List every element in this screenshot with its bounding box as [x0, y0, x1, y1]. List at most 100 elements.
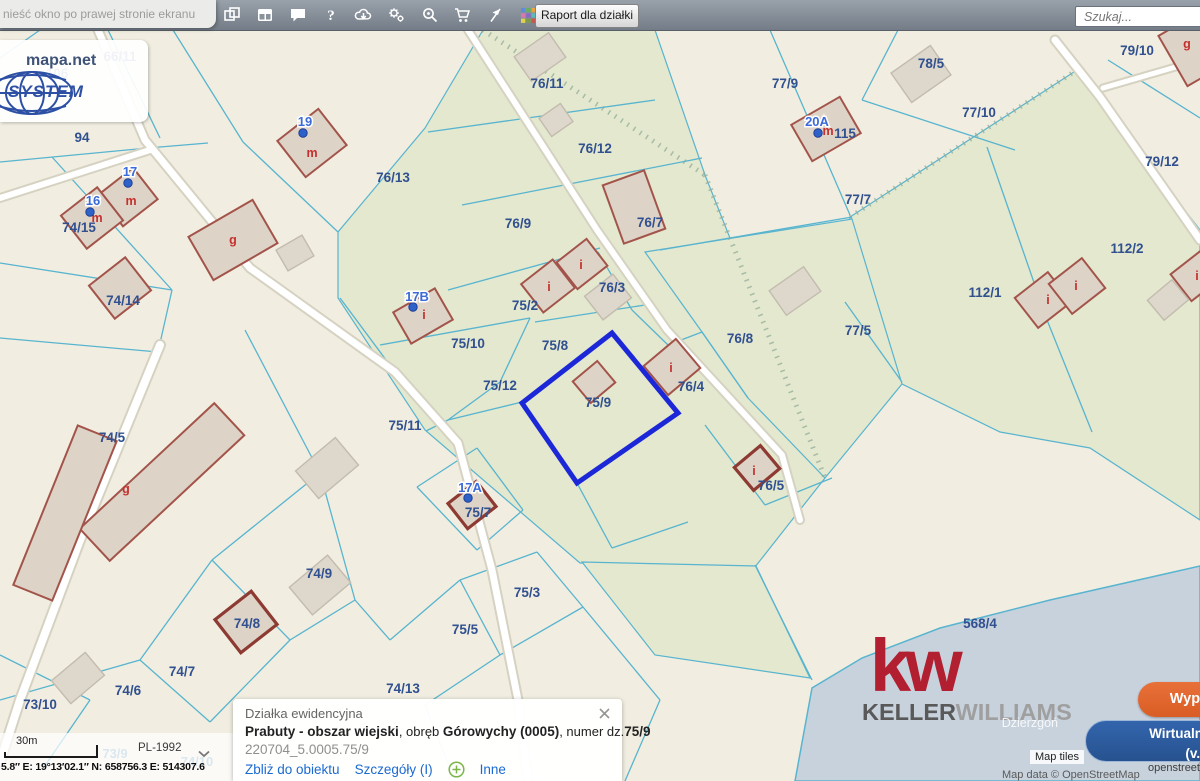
- parcel-number-label: 76/8: [727, 331, 754, 346]
- assistant-label-line1: Wirtualny Asystent: [1086, 724, 1200, 744]
- osm-attribution[interactable]: Map data © OpenStreetMap: [1002, 769, 1140, 781]
- parcel-number-label: 76/9: [505, 216, 531, 231]
- address-number-label: 17: [123, 164, 137, 179]
- parcel-number-label: 75/9: [585, 395, 611, 410]
- download-cloud-icon[interactable]: [354, 6, 373, 25]
- parcel-number-label: 74/13: [386, 681, 420, 696]
- building-function-letter: g: [122, 482, 130, 496]
- osm-attribution-extra: openstreetm: [1148, 762, 1200, 774]
- parcel-number-label: 76/5: [758, 478, 785, 493]
- address-point-dot: [409, 303, 417, 311]
- address-point-dot: [814, 129, 822, 137]
- duplicate-window-icon[interactable]: [222, 6, 241, 25]
- parcel-number-label: 74/5: [99, 430, 126, 445]
- address-point-dot: [464, 494, 472, 502]
- svg-text:?: ?: [327, 8, 335, 24]
- parcel-number-label: 78/5: [918, 56, 945, 71]
- kw-monogram: kw: [870, 636, 1072, 697]
- comment-icon[interactable]: [288, 6, 307, 25]
- address-number-label: 17B: [405, 289, 429, 304]
- parcel-number-label: 115: [834, 126, 856, 141]
- address-number-label: 17A: [458, 480, 482, 495]
- parcel-number-label: 77/7: [845, 192, 871, 207]
- close-icon[interactable]: [599, 708, 610, 720]
- info-panel-title: Działka ewidencyjna: [245, 706, 363, 721]
- parcel-number-label: 75/5: [452, 622, 479, 637]
- building-function-letter: i: [1074, 279, 1077, 293]
- keller-williams-logo: kw KELLERWILLIAMS Dzierzgoń: [862, 636, 1072, 736]
- parcel-number-label: 74/15: [62, 220, 96, 235]
- building-function-letter: i: [579, 258, 582, 272]
- address-point-dot: [86, 208, 94, 216]
- parcel-number-label: 73/10: [23, 697, 57, 712]
- building-function-letter: i: [752, 464, 755, 478]
- mapa-net-watermark: mapa.net SYSTEM: [0, 40, 148, 122]
- zoom-search-icon[interactable]: [420, 6, 439, 25]
- address-point-dot: [299, 129, 307, 137]
- parcel-number-label: 76/3: [599, 280, 626, 295]
- address-number-label: 19: [298, 114, 312, 129]
- plus-circle-icon[interactable]: [448, 761, 465, 778]
- parcel-number-label: 94: [74, 130, 90, 145]
- details-link[interactable]: Szczegóły (I): [355, 762, 433, 777]
- parcel-number-label: 77/9: [772, 76, 798, 91]
- parcel-number-label: 76/4: [678, 379, 705, 394]
- address-number-label: 20A: [805, 114, 829, 129]
- help-icon[interactable]: ?: [321, 6, 340, 25]
- parcel-number-label: 75/10: [451, 336, 485, 351]
- settings-gears-icon[interactable]: [387, 6, 406, 25]
- parcel-number-label: 75/2: [512, 298, 538, 313]
- crs-selector[interactable]: PL-1992: [138, 742, 181, 754]
- address-number-label: 16: [86, 193, 100, 208]
- parcel-number-label: 74/6: [115, 683, 142, 698]
- parcel-number-label: 75/8: [542, 338, 569, 353]
- parcel-number-label: 75/12: [483, 378, 517, 393]
- map-portal-app: { "toolbar": { "report_button": "Raport …: [0, 0, 1200, 781]
- building-function-letter: i: [547, 280, 550, 294]
- address-point-dot: [124, 179, 132, 187]
- building-function-letter: i: [669, 361, 672, 375]
- parcel-number-label: 75/3: [514, 585, 541, 600]
- parcel-number-label: 77/10: [962, 105, 996, 120]
- coordinates-readout: 5.8″ E: 19°13′02.1″ N: 658756.3 E: 51430…: [1, 761, 205, 773]
- building-function-letter: i: [1046, 293, 1049, 307]
- building-function-letter: m: [125, 194, 136, 208]
- parcel-number-label: 76/11: [530, 76, 564, 91]
- parcel-number-label: 75/7: [465, 505, 491, 520]
- zoom-to-object-link[interactable]: Zbliż do obiektu: [245, 762, 340, 777]
- other-link[interactable]: Inne: [480, 762, 506, 777]
- geo-system-label: SYSTEM: [8, 82, 84, 102]
- parcel-info-panel: Działka ewidencyjna Prabuty - obszar wie…: [233, 699, 622, 781]
- building-function-letter: g: [1183, 37, 1191, 51]
- parcel-description: Prabuty - obszar wiejski, obręb Górowych…: [245, 724, 610, 739]
- building-function-letter: g: [229, 233, 237, 247]
- kw-keller-label: KELLER: [862, 699, 956, 725]
- parcel-number-label: 112/1: [968, 285, 1002, 300]
- parcel-identifier: 220704_5.0005.75/9: [245, 742, 610, 757]
- report-parcel-button[interactable]: Raport dla działki: [535, 4, 639, 28]
- parcel-number-label: 76/12: [578, 141, 612, 156]
- parcel-number-label: 79/10: [1120, 43, 1154, 58]
- panels-icon[interactable]: [255, 6, 274, 25]
- search-input[interactable]: [1075, 6, 1200, 27]
- parcel-number-label: 112/2: [1110, 241, 1143, 256]
- parcel-number-label: 74/9: [306, 566, 332, 581]
- move-window-tooltip: nieść okno po prawej stronie ekranu: [0, 0, 216, 28]
- scale-coordinates-panel: 30m PL-1992 5.8″ E: 19°13′02.1″ N: 65875…: [0, 733, 242, 781]
- flag-icon[interactable]: [486, 6, 505, 25]
- parcel-number-label: 568/4: [963, 616, 997, 631]
- kw-office-label: Dzierzgoń: [1002, 716, 1058, 730]
- parcel-number-label: 74/7: [169, 664, 195, 679]
- map-tiles-attribution: Map tiles: [1030, 750, 1084, 764]
- cart-icon[interactable]: [453, 6, 472, 25]
- parcel-number-label: 74/14: [106, 293, 140, 308]
- try-button[interactable]: Wypróbuj: [1138, 682, 1200, 717]
- building-function-letter: i: [1195, 269, 1198, 283]
- parcel-number-label: 77/5: [845, 323, 872, 338]
- assistant-label-line2: (v.0.3.6): [1086, 744, 1200, 764]
- virtual-assistant-button[interactable]: Wirtualny Asystent (v.0.3.6): [1085, 720, 1200, 762]
- parcel-number-label: 74/8: [234, 616, 261, 631]
- building-function-letter: i: [422, 308, 425, 322]
- parcel-number-label: 76/7: [637, 215, 663, 230]
- building-function-letter: m: [306, 146, 317, 160]
